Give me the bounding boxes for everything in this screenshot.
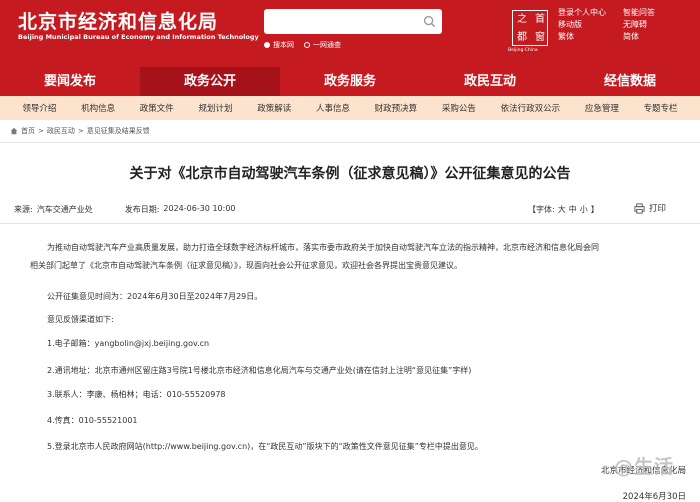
article-paragraph: 意见反馈渠道如下:	[47, 315, 114, 324]
article-paragraph: 公开征集意见时间为：2024年6月30日至2024年7月29日。	[47, 292, 263, 301]
printer-icon	[634, 202, 645, 214]
article-title: 关于对《北京市自动驾驶汽车条例（征求意见稿）》公开征集意见的公告	[129, 166, 571, 182]
sub-nav-item[interactable]: 领导介绍	[22, 102, 56, 114]
font-large-button[interactable]: 大	[558, 204, 566, 215]
article-paragraph: 4.传真：010-55521001	[47, 416, 138, 425]
date-value: 2024-06-30 10:00	[163, 204, 236, 213]
main-nav-data[interactable]: 经信数据	[560, 67, 700, 96]
divider	[0, 223, 700, 224]
login-link[interactable]: 登录个人中心	[558, 7, 606, 19]
main-nav-open-gov[interactable]: 政务公开	[140, 67, 280, 96]
breadcrumb-separator: >	[38, 127, 44, 135]
source-value: 汽车交通产业处	[36, 205, 93, 214]
breadcrumb-separator: >	[77, 127, 84, 135]
watermark: @生活	[614, 456, 675, 478]
home-icon	[10, 127, 18, 135]
article-paragraph: 相关部门起草了《北京市自动驾驶汽车条例（征求意见稿）》，现面向社会公开征求意见，…	[30, 261, 462, 270]
search-input[interactable]	[264, 9, 442, 34]
site-header: 北京市经济和信息化局 Beijing Municipal Bureau of E…	[0, 0, 700, 67]
capital-window-logo[interactable]: 之 首 都 窗	[512, 10, 548, 46]
date-label: 发布日期:	[124, 205, 160, 214]
article-paragraph: 3.联系人：李康、杨柏林；电话：010-55520978	[47, 390, 226, 399]
scope-site-option[interactable]: 搜本网	[264, 40, 294, 50]
main-nav: 要闻发布 政务公开 政务服务 政民互动 经信数据	[0, 67, 700, 96]
logo-caption: Beijing·China	[508, 48, 538, 53]
print-button[interactable]: 打印	[634, 202, 666, 214]
font-size-control: 【字体: 大 中 小 】	[528, 204, 599, 215]
accessibility-link[interactable]: 无障碍	[623, 19, 655, 31]
article-paragraph: 5.登录北京市人民政府网站(http://www.beijing.gov.cn)…	[47, 442, 483, 451]
radio-selected-icon	[264, 42, 270, 48]
scope-all-option[interactable]: 一网通查	[304, 40, 341, 50]
sub-nav-item[interactable]: 应急管理	[585, 102, 619, 114]
sub-nav-item[interactable]: 机构信息	[81, 102, 115, 114]
sub-nav-item[interactable]: 政策解读	[257, 102, 291, 114]
radio-icon	[304, 42, 310, 48]
source-label: 来源:	[14, 205, 33, 214]
article-paragraph: 1.电子邮箱：yangbolin@jxj.beijing.gov.cn	[47, 339, 210, 348]
sub-nav-item[interactable]: 规划计划	[199, 102, 233, 114]
sub-nav-item[interactable]: 专题专栏	[644, 102, 678, 114]
sub-nav-item[interactable]: 政策文件	[140, 102, 174, 114]
article-paragraph: 为推动自动驾驶汽车产业高质量发展，助力打造全球数字经济标杆城市，落实市委市政府关…	[47, 243, 599, 252]
sub-nav: 领导介绍 机构信息 政策文件 规划计划 政策解读 人事信息 财政预决算 采购公告…	[0, 96, 700, 120]
main-nav-interaction[interactable]: 政民互动	[420, 67, 560, 96]
sub-nav-item[interactable]: 依法行政双公示	[501, 102, 561, 114]
article-meta: 来源: 汽车交通产业处 发布日期: 2024-06-30 10:00	[14, 204, 236, 215]
breadcrumb: 首页 > 政民互动 > 意见征集及结果反馈	[10, 126, 150, 136]
signature-date: 2024年6月30日	[622, 492, 686, 502]
article-paragraph: 2.通讯地址：北京市通州区留庄路3号院1号楼北京市经济和信息化局汽车与交通产业处…	[47, 366, 472, 375]
font-small-button[interactable]: 小	[580, 204, 588, 215]
simplified-link[interactable]: 简体	[623, 31, 655, 43]
sub-nav-item[interactable]: 人事信息	[316, 102, 350, 114]
search-icon[interactable]	[423, 15, 436, 28]
main-nav-services[interactable]: 政务服务	[280, 67, 420, 96]
breadcrumb-current[interactable]: 意见征集及结果反馈	[87, 126, 150, 136]
sub-nav-item[interactable]: 采购公告	[442, 102, 476, 114]
breadcrumb-interaction[interactable]: 政民互动	[47, 126, 75, 136]
breadcrumb-home[interactable]: 首页	[21, 126, 35, 136]
font-medium-button[interactable]: 中	[569, 204, 577, 215]
site-subtitle: Beijing Municipal Bureau of Economy and …	[18, 33, 259, 41]
qa-link[interactable]: 智能问答	[623, 7, 655, 19]
divider	[0, 142, 700, 143]
utility-links-right: 智能问答 无障碍 简体	[623, 7, 655, 43]
site-title[interactable]: 北京市经济和信息化局	[18, 7, 218, 34]
main-nav-news[interactable]: 要闻发布	[0, 67, 140, 96]
sub-nav-item[interactable]: 财政预决算	[375, 102, 418, 114]
utility-links-left: 登录个人中心 移动版 繁体	[558, 7, 606, 43]
mobile-link[interactable]: 移动版	[558, 19, 606, 31]
traditional-link[interactable]: 繁体	[558, 31, 606, 43]
search-scope: 搜本网 一网通查	[264, 40, 341, 50]
